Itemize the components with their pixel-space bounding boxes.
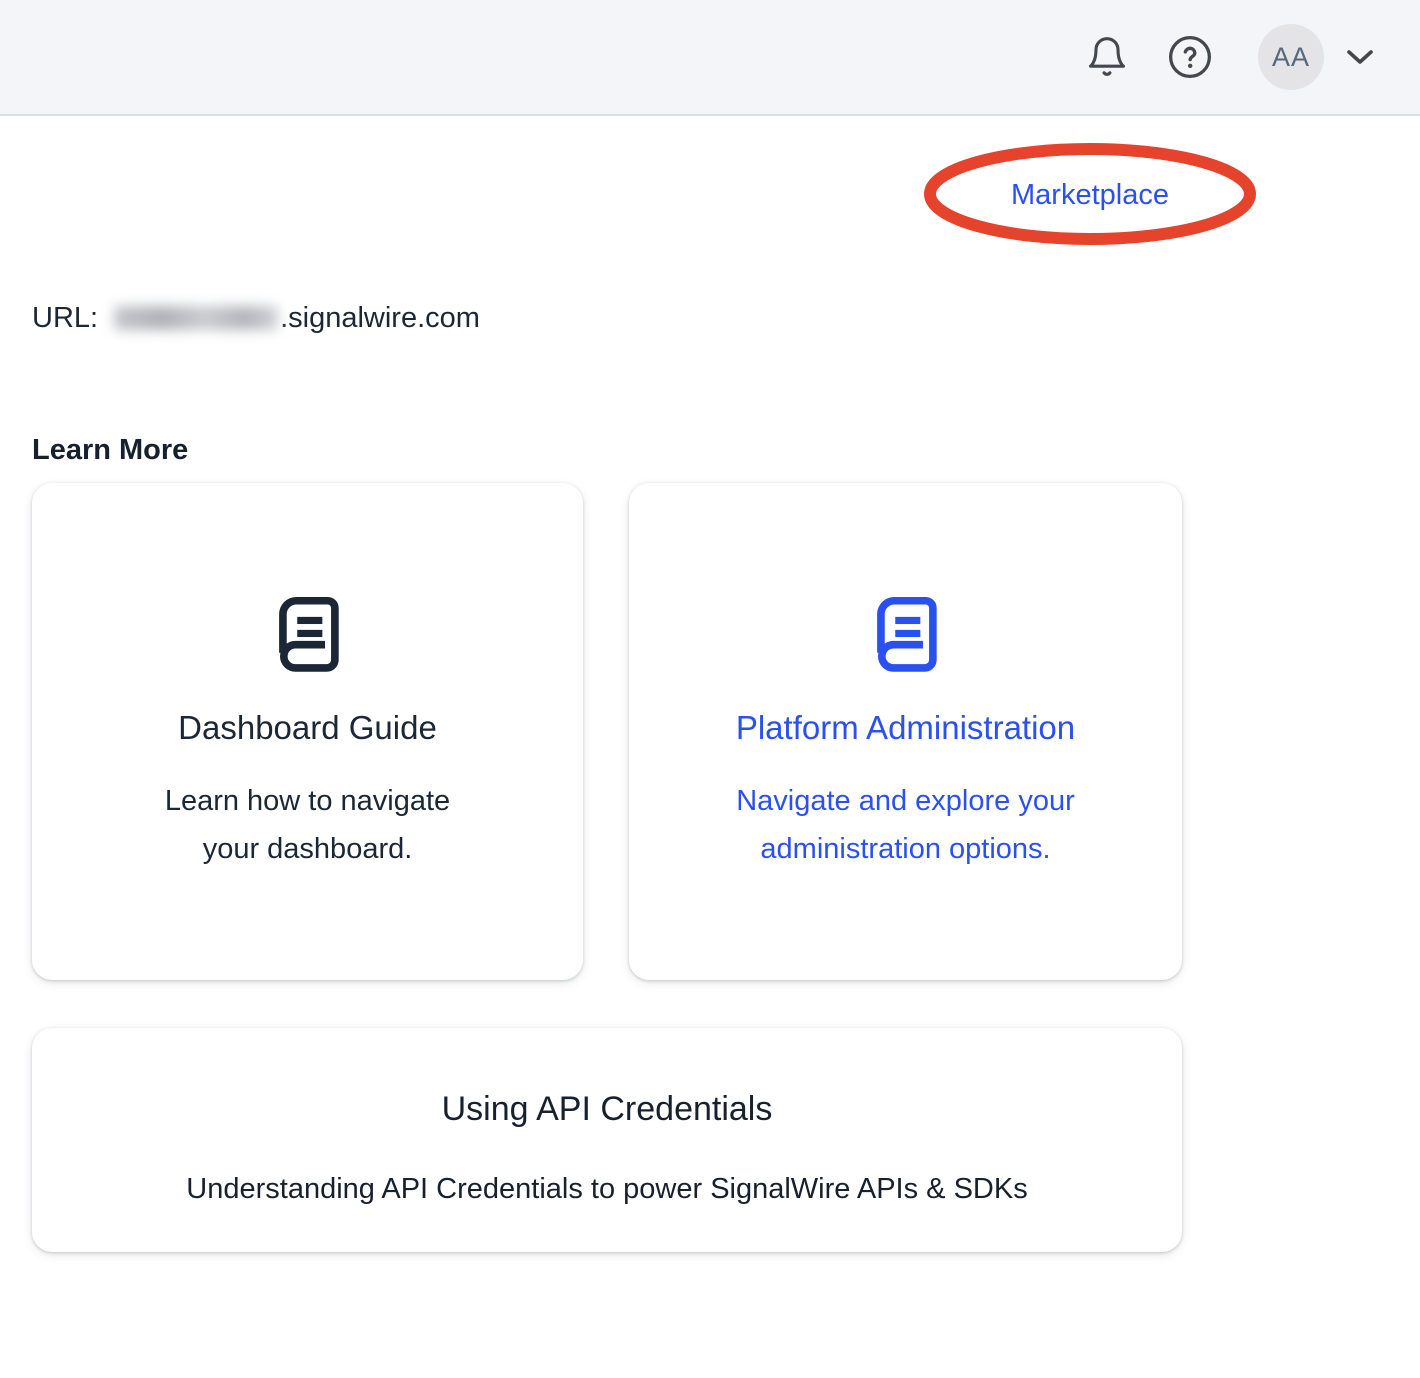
chevron-down-icon [1345,47,1375,67]
card-title: Platform Administration [736,709,1075,747]
marketplace-annotation-group: Marketplace [922,143,1258,247]
account-menu-button[interactable] [1340,37,1380,77]
card-title: Using API Credentials [442,1090,773,1129]
url-label: URL: [32,302,98,335]
book-icon [265,589,351,677]
card-description: Learn how to navigate your dashboard. [143,777,473,873]
dashboard-guide-card[interactable]: Dashboard Guide Learn how to navigate yo… [32,483,583,980]
using-api-credentials-card[interactable]: Using API Credentials Understanding API … [32,1028,1182,1252]
url-domain-suffix: .signalwire.com [280,302,480,335]
marketplace-link[interactable]: Marketplace [922,143,1258,247]
card-description: Understanding API Credentials to power S… [186,1165,1027,1213]
card-title: Dashboard Guide [178,709,437,747]
space-url-row: URL: .signalwire.com [32,300,480,336]
user-avatar[interactable]: AA [1258,24,1324,90]
avatar-initials: AA [1272,42,1310,73]
card-description: Navigate and explore your administration… [702,777,1110,873]
book-icon [863,589,949,677]
help-button[interactable] [1166,33,1214,81]
redacted-subdomain-blur [114,306,278,330]
platform-administration-card[interactable]: Platform Administration Navigate and exp… [629,483,1182,980]
help-icon [1167,34,1213,80]
top-header-bar: AA [0,0,1420,116]
learn-more-heading: Learn More [32,434,188,467]
notifications-button[interactable] [1084,32,1130,82]
bell-icon [1085,33,1129,81]
